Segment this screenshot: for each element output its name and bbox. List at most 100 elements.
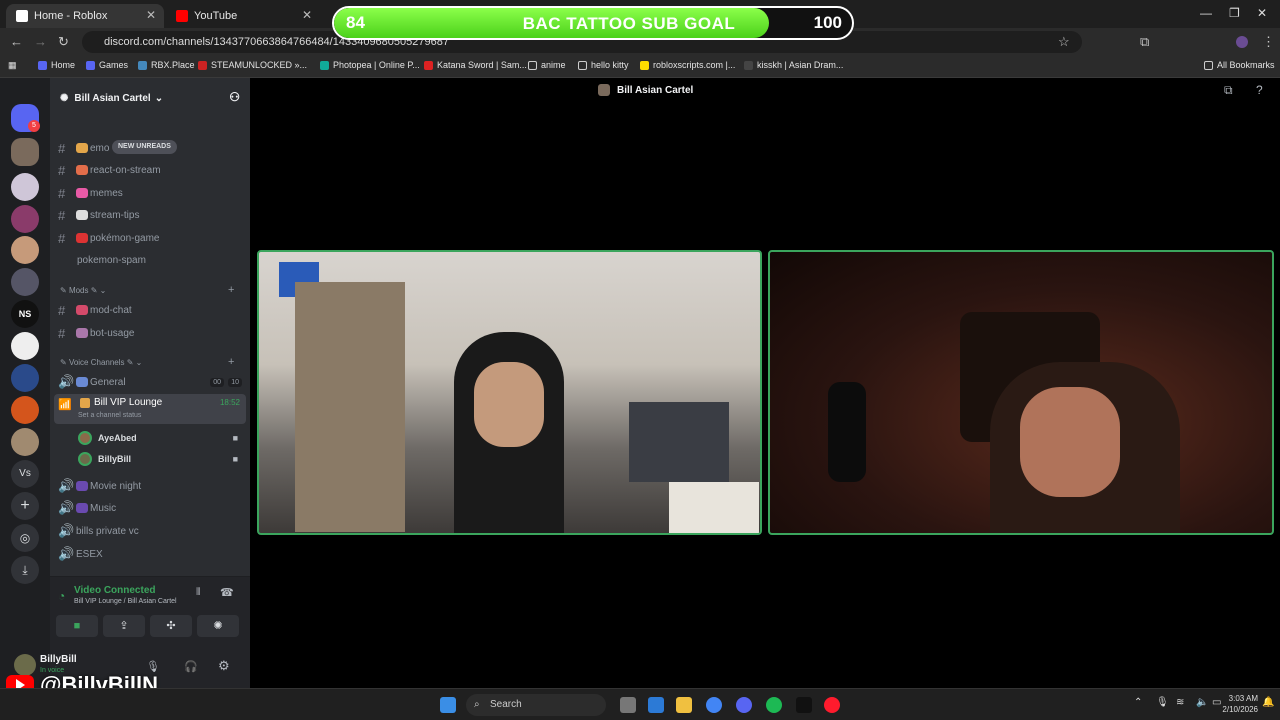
microphone-tray-icon[interactable]: 🎙: [1156, 697, 1169, 708]
voice-user-ayeabed[interactable]: AyeAbed ■: [78, 428, 238, 448]
server-icon-vs[interactable]: Vs: [11, 460, 39, 488]
connection-signal-icon[interactable]: ◔: [58, 589, 65, 603]
server-icon[interactable]: [11, 428, 39, 456]
clock-time[interactable]: 3:03 AM: [1218, 694, 1258, 703]
profile-avatar[interactable]: [1236, 36, 1248, 48]
wifi-icon[interactable]: ≋: [1176, 697, 1184, 708]
popout-icon[interactable]: ⧉: [1224, 83, 1233, 98]
voice-channel-music[interactable]: 🔊 Music: [58, 498, 244, 518]
bookmark-kisskh[interactable]: kisskh | Asian Dram...: [744, 60, 843, 70]
camera-toggle-button[interactable]: ■: [56, 615, 98, 637]
video-tile-billybill[interactable]: [768, 250, 1274, 535]
add-channel-icon[interactable]: +: [228, 284, 234, 296]
menu-icon[interactable]: ⋮: [1262, 34, 1275, 50]
taskbar-search[interactable]: ⌕ Search: [466, 694, 606, 716]
video-tile-ayeabed[interactable]: [257, 250, 762, 535]
add-channel-icon[interactable]: +: [228, 356, 234, 368]
speaker-icon: 🔊: [58, 523, 75, 538]
settings-gear-icon[interactable]: ⚙: [218, 658, 230, 674]
category-mods[interactable]: ✎ Mods ✎ ⌄: [60, 286, 106, 295]
bookmark-photopea[interactable]: Photopea | Online P...: [320, 60, 420, 70]
category-voice-channels[interactable]: ✎ Voice Channels ✎ ⌄: [60, 358, 142, 367]
server-icon-bill-asian-cartel[interactable]: [11, 138, 39, 166]
new-unreads-pill[interactable]: NEW UNREADS: [112, 140, 177, 154]
server-header[interactable]: ✺ Bill Asian Cartel ⌄ ⚇: [50, 78, 250, 118]
store-icon[interactable]: [648, 697, 664, 713]
tray-chevron-icon[interactable]: ⌃: [1134, 697, 1142, 708]
channel-stream-tips[interactable]: # stream-tips: [58, 205, 244, 225]
all-bookmarks[interactable]: All Bookmarks: [1204, 60, 1275, 70]
server-icon[interactable]: [11, 396, 39, 424]
tab-youtube[interactable]: YouTube ✕: [166, 4, 320, 28]
server-icon-ns[interactable]: NS: [11, 300, 39, 328]
task-view-icon[interactable]: [620, 697, 636, 713]
hash-icon: #: [58, 162, 66, 178]
soundboard-button[interactable]: ✺: [197, 615, 239, 637]
close-window-icon[interactable]: ✕: [1257, 6, 1267, 20]
voice-channel-movie-night[interactable]: 🔊 Movie night: [58, 476, 244, 496]
channel-mod-chat[interactable]: # mod-chat: [58, 300, 244, 320]
voice-channel-bill-vip-lounge[interactable]: 📶 Bill VIP Lounge Set a channel status 1…: [54, 394, 246, 424]
disconnect-icon[interactable]: ☎: [220, 586, 234, 599]
bookmark-rbxplace[interactable]: RBX.Place: [138, 60, 195, 70]
connection-detail[interactable]: Bill VIP Lounge / Bill Asian Cartel: [74, 598, 177, 605]
server-icon[interactable]: [11, 236, 39, 264]
add-server-icon[interactable]: +: [11, 492, 39, 520]
voice-channel-bills-private-vc[interactable]: 🔊 bills private vc: [58, 521, 244, 541]
discord-icon[interactable]: [736, 697, 752, 713]
discover-icon[interactable]: ◎: [11, 524, 39, 552]
bookmark-home[interactable]: Home: [38, 60, 75, 70]
activities-button[interactable]: ✣: [150, 615, 192, 637]
channel-react-on-stream[interactable]: # react-on-stream: [58, 160, 244, 180]
voice-channel-esex[interactable]: 🔊 ESEX: [58, 544, 244, 564]
app-icon[interactable]: [796, 697, 812, 713]
sub-goal-current: 84: [346, 13, 365, 32]
close-tab-icon[interactable]: ✕: [146, 8, 156, 22]
channel-memes[interactable]: # memes: [58, 183, 244, 203]
volume-icon[interactable]: 🔈: [1196, 697, 1208, 708]
bookmark-star-icon[interactable]: ☆: [1058, 34, 1070, 50]
bookmark-katana[interactable]: Katana Sword | Sam...: [424, 60, 527, 70]
bookmark-anime[interactable]: anime: [528, 60, 566, 70]
forward-icon[interactable]: →: [34, 34, 47, 49]
start-icon[interactable]: [440, 697, 456, 713]
minimize-icon[interactable]: —: [1200, 6, 1212, 20]
channel-pokemon-game[interactable]: # pokémon-game: [58, 228, 244, 248]
headphones-icon[interactable]: 🎧: [184, 660, 198, 673]
tab-roblox[interactable]: Home - Roblox ✕: [6, 4, 164, 28]
apps-icon[interactable]: ▦: [8, 60, 17, 71]
close-tab-icon[interactable]: ✕: [302, 8, 312, 22]
voice-channel-general[interactable]: 🔊 General 00 10: [58, 372, 244, 392]
chrome-icon[interactable]: [706, 697, 722, 713]
maximize-icon[interactable]: ❐: [1229, 6, 1240, 20]
server-icon[interactable]: [11, 364, 39, 392]
bookmark-steamunlocked[interactable]: STEAMUNLOCKED »...: [198, 60, 307, 70]
help-icon[interactable]: ?: [1256, 83, 1263, 97]
server-icon[interactable]: [11, 332, 39, 360]
user-limit: 10: [228, 377, 242, 387]
noise-suppression-icon[interactable]: ⦀: [196, 587, 200, 598]
reload-icon[interactable]: ↻: [58, 34, 69, 50]
bookmark-hello-kitty[interactable]: hello kitty: [578, 60, 629, 70]
channel-pokemon-spam[interactable]: pokemon-spam: [58, 250, 244, 270]
server-icon[interactable]: [11, 268, 39, 296]
channel-bot-usage[interactable]: # bot-usage: [58, 323, 244, 343]
opera-icon[interactable]: [824, 697, 840, 713]
server-icon[interactable]: [11, 173, 39, 201]
channel-status[interactable]: Set a channel status: [78, 412, 141, 419]
add-member-icon[interactable]: ⚇: [229, 90, 240, 104]
channel-name: Bill VIP Lounge: [94, 397, 163, 408]
clock-date[interactable]: 2/10/2026: [1212, 705, 1258, 714]
screen-share-button[interactable]: ⇪: [103, 615, 145, 637]
bookmark-robloxscripts[interactable]: robloxscripts.com |...: [640, 60, 735, 70]
file-explorer-icon[interactable]: [676, 697, 692, 713]
extensions-icon[interactable]: ⧉: [1140, 34, 1149, 50]
server-icon[interactable]: [11, 205, 39, 233]
back-icon[interactable]: ←: [10, 34, 23, 49]
bookmark-games[interactable]: Games: [86, 60, 128, 70]
voice-user-billybill[interactable]: BillyBill ■: [78, 449, 238, 469]
spotify-icon[interactable]: [766, 697, 782, 713]
notifications-icon[interactable]: 🔔: [1262, 697, 1274, 708]
connection-status[interactable]: Video Connected: [74, 585, 156, 596]
download-icon[interactable]: ⤓: [11, 556, 39, 584]
